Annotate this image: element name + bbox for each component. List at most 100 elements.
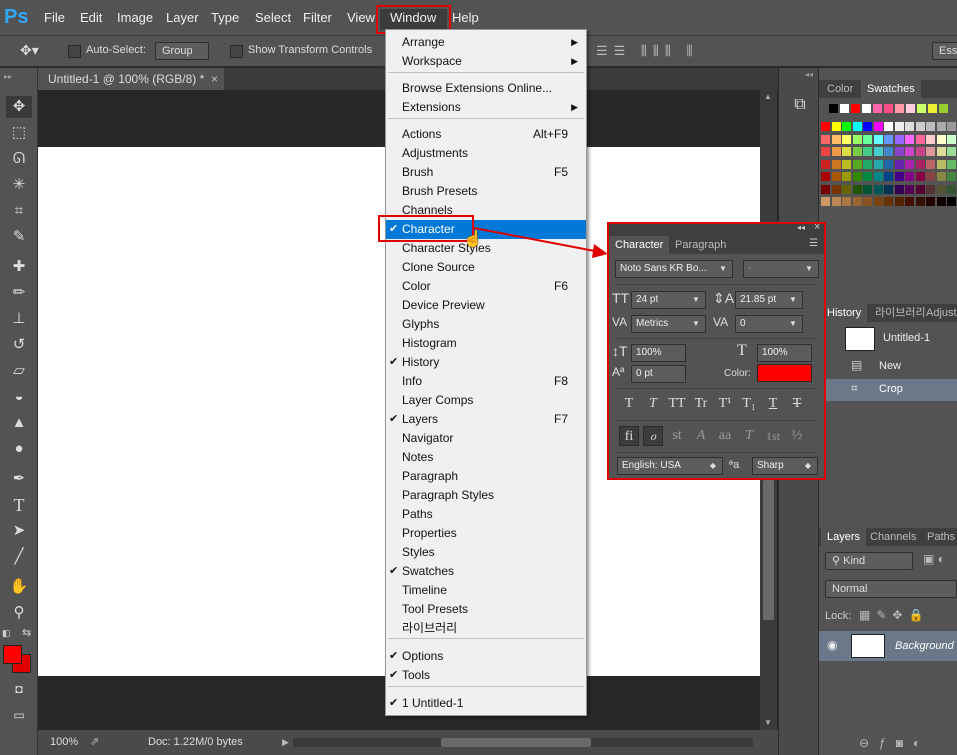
menu-item-arrange[interactable]: Arrange ▶ — [386, 33, 586, 52]
color-swatch[interactable] — [926, 184, 935, 194]
color-swatch[interactable] — [915, 134, 925, 144]
vertical-scroll-thumb[interactable] — [763, 480, 774, 620]
color-swatch[interactable] — [915, 197, 925, 206]
color-swatch[interactable] — [936, 134, 946, 144]
color-swatch[interactable] — [906, 104, 915, 113]
color-swatch[interactable] — [852, 134, 862, 144]
color-swatch[interactable] — [852, 122, 862, 131]
toolbox-collapse-icon[interactable]: ▸▸ — [4, 72, 12, 81]
underline-button[interactable]: T — [763, 394, 783, 414]
color-swatch[interactable] — [947, 172, 956, 181]
color-swatch[interactable] — [905, 184, 914, 194]
document-tab[interactable]: Untitled-1 @ 100% (RGB/8) * × — [38, 68, 224, 90]
zoom-level[interactable]: 100% — [50, 730, 78, 755]
menu-view[interactable]: View — [347, 0, 375, 36]
menu-type[interactable]: Type — [211, 0, 239, 36]
stylistic-alternates-button[interactable]: aa — [715, 426, 735, 446]
swash-button[interactable]: A — [691, 426, 711, 446]
kerning-field[interactable]: Metrics ▼ — [631, 315, 706, 333]
menu-layer[interactable]: Layer — [166, 0, 199, 36]
color-swatch[interactable] — [939, 104, 948, 113]
layers-footer-icons[interactable]: ⊖ƒ◙◐ — [859, 736, 930, 750]
menu-item-tools[interactable]: ✔ Tools — [386, 666, 586, 685]
color-swatch[interactable] — [863, 147, 872, 156]
color-swatch[interactable] — [894, 197, 904, 206]
color-swatch[interactable] — [894, 159, 904, 169]
align-icons[interactable]: ☰☰ ⫼⫼⫼ ⫼ — [596, 43, 698, 59]
visibility-eye-icon[interactable]: ◉ — [827, 638, 837, 652]
color-swatch[interactable] — [829, 104, 838, 113]
color-swatch[interactable] — [873, 134, 883, 144]
tab-adjustments[interactable]: Adjust — [920, 304, 957, 322]
tab-channels[interactable]: Channels — [864, 528, 922, 546]
color-swatch[interactable] — [842, 197, 851, 206]
blend-mode-dropdown[interactable]: Normal — [825, 580, 957, 598]
color-swatch[interactable] — [842, 159, 851, 169]
auto-select-target-dropdown[interactable]: Group — [155, 42, 209, 60]
menu-item-paragraph[interactable]: Paragraph — [386, 467, 586, 486]
paint-bucket-tool-icon[interactable]: ◒ — [6, 386, 32, 408]
color-swatch[interactable] — [884, 147, 893, 156]
tab-character[interactable]: Character — [609, 236, 670, 254]
color-swatch[interactable] — [873, 172, 883, 181]
menu-item-tool-presets[interactable]: Tool Presets — [386, 600, 586, 619]
color-swatch[interactable] — [842, 147, 851, 156]
menu-item-1-untitled-1[interactable]: ✔ 1 Untitled-1 — [386, 694, 586, 713]
menu-item-navigator[interactable]: Navigator — [386, 429, 586, 448]
color-swatch[interactable] — [894, 147, 904, 156]
color-swatch[interactable] — [852, 159, 862, 169]
color-swatch[interactable] — [842, 172, 851, 181]
layer-filter-dropdown[interactable]: ⚲ Kind — [825, 552, 913, 570]
menu-item-extensions[interactable]: Extensions ▶ — [386, 98, 586, 117]
history-step-crop[interactable]: ⌗ Crop — [819, 379, 957, 401]
font-family-dropdown[interactable]: Noto Sans KR Bo... ▼ — [615, 260, 733, 278]
color-swatch[interactable] — [895, 104, 904, 113]
menu-item-device-preview[interactable]: Device Preview — [386, 296, 586, 315]
menu-item-swatches[interactable]: ✔ Swatches — [386, 562, 586, 581]
color-swatch[interactable] — [915, 172, 925, 181]
color-swatch[interactable] — [936, 197, 946, 206]
color-swatch[interactable] — [936, 159, 946, 169]
menu-item-brush[interactable]: Brush F5 — [386, 163, 586, 182]
panel-menu-icon[interactable]: ☰ — [809, 238, 818, 249]
menu-item-adjustments[interactable]: Adjustments — [386, 144, 586, 163]
blur-tool-icon[interactable]: ▲ — [6, 412, 32, 434]
scroll-down-icon[interactable]: ▼ — [764, 718, 772, 727]
menu-file[interactable]: File — [44, 0, 65, 36]
color-swatch[interactable] — [831, 134, 841, 144]
color-swatch[interactable] — [873, 159, 883, 169]
color-swatch[interactable] — [873, 184, 883, 194]
font-size-field[interactable]: 24 pt ▼ — [631, 291, 706, 309]
color-swatch[interactable] — [821, 197, 830, 206]
color-swatch[interactable] — [917, 104, 926, 113]
color-swatch[interactable] — [947, 134, 956, 144]
color-swatch[interactable] — [926, 159, 935, 169]
color-swatch[interactable] — [915, 122, 925, 131]
color-swatch[interactable] — [873, 197, 883, 206]
menu-item-actions[interactable]: Actions Alt+F9 — [386, 125, 586, 144]
color-swatch[interactable] — [852, 172, 862, 181]
menu-item-layer-comps[interactable]: Layer Comps — [386, 391, 586, 410]
default-colors-icon[interactable]: ◧ — [2, 628, 11, 639]
eraser-tool-icon[interactable]: ▱ — [6, 360, 32, 382]
type-tool-icon[interactable]: T — [6, 494, 32, 516]
color-swatch[interactable] — [936, 122, 946, 131]
color-swatch[interactable] — [852, 147, 862, 156]
menu-item-라이브러리[interactable]: 라이브러리 — [386, 619, 586, 638]
color-swatch[interactable] — [842, 134, 851, 144]
baseline-shift-field[interactable]: 0 pt — [631, 365, 686, 383]
color-swatch[interactable] — [821, 122, 830, 131]
ligatures-button[interactable]: fi — [619, 426, 639, 446]
menu-select[interactable]: Select — [255, 0, 291, 36]
character-panel-titlebar[interactable]: ◂◂ × — [609, 221, 824, 236]
foreground-color-swatch[interactable] — [3, 645, 22, 664]
history-step-new[interactable]: ▤ New — [819, 356, 957, 378]
color-swatch[interactable] — [831, 172, 841, 181]
color-swatch[interactable] — [915, 159, 925, 169]
menu-item-brush-presets[interactable]: Brush Presets — [386, 182, 586, 201]
auto-select-checkbox[interactable] — [68, 45, 81, 58]
color-swatch[interactable] — [915, 147, 925, 156]
menu-image[interactable]: Image — [117, 0, 153, 36]
healing-brush-tool-icon[interactable]: ✚ — [6, 256, 32, 278]
move-tool-icon[interactable]: ✥ — [6, 96, 32, 118]
